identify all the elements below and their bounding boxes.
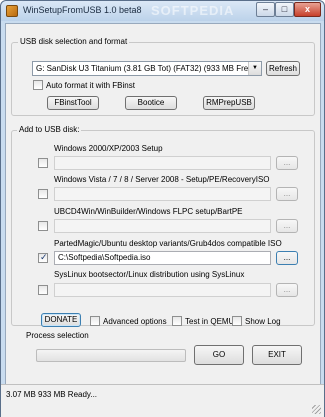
process-selection-label: Process selection (26, 331, 89, 340)
add-to-usb-group: Add to USB disk: Windows 2000/XP/2003 Se… (11, 125, 315, 326)
status-bar: 3.07 MB 933 MB Ready... (1, 384, 324, 417)
source-label-vista: Windows Vista / 7 / 8 / Server 2008 - Se… (54, 175, 270, 184)
advanced-options-label: Advanced options (103, 317, 167, 326)
browse-button-syslinux[interactable]: ... (276, 283, 298, 297)
resize-grip[interactable] (312, 405, 321, 414)
browse-button-ubcd[interactable]: ... (276, 219, 298, 233)
browse-button-grub4dos[interactable]: ... (276, 251, 298, 265)
bootice-button[interactable]: Bootice (125, 96, 177, 110)
title-bar[interactable]: WinSetupFromUSB 1.0 beta8 SOFTPEDIA – □ … (1, 1, 324, 21)
usb-disk-group-label: USB disk selection and format (18, 37, 130, 46)
rmprepusb-button[interactable]: RMPrepUSB (203, 96, 255, 110)
advanced-options-checkbox[interactable] (90, 316, 100, 326)
source-checkbox-syslinux[interactable] (38, 285, 48, 295)
maximize-button[interactable]: □ (275, 2, 294, 17)
usb-disk-select-value: G: SanDisk U3 Titanium (3.81 GB Tot) (FA… (36, 64, 256, 73)
status-text: 3.07 MB 933 MB Ready... (6, 390, 98, 399)
source-path-grub4dos[interactable]: C:\Softpedia\Softpedia.iso (54, 251, 271, 265)
source-path-syslinux[interactable] (54, 283, 271, 297)
source-label-grub4dos: PartedMagic/Ubuntu desktop variants/Grub… (54, 239, 282, 248)
source-path-ubcd[interactable] (54, 219, 271, 233)
close-button[interactable]: x (294, 2, 321, 17)
browse-button-xp[interactable]: ... (276, 156, 298, 170)
usb-disk-select[interactable]: G: SanDisk U3 Titanium (3.81 GB Tot) (FA… (32, 61, 262, 76)
go-button[interactable]: GO (194, 345, 244, 365)
add-to-usb-group-label: Add to USB disk: (17, 125, 82, 134)
client-area: USB disk selection and format G: SanDisk… (5, 23, 321, 399)
test-qemu-checkbox[interactable] (172, 316, 182, 326)
source-checkbox-xp[interactable] (38, 158, 48, 168)
chevron-down-icon[interactable]: ▼ (248, 62, 261, 75)
show-log-checkbox[interactable] (232, 316, 242, 326)
progress-bar (36, 349, 186, 362)
source-path-xp[interactable] (54, 156, 271, 170)
fbinsttool-button[interactable]: FBinstTool (47, 96, 99, 110)
source-label-ubcd: UBCD4Win/WinBuilder/Windows FLPC setup/B… (54, 207, 243, 216)
watermark: SOFTPEDIA (151, 3, 235, 18)
minimize-button[interactable]: – (256, 2, 275, 17)
refresh-button[interactable]: Refresh (266, 61, 300, 76)
donate-button[interactable]: DONATE (41, 313, 81, 327)
source-checkbox-vista[interactable] (38, 189, 48, 199)
exit-button[interactable]: EXIT (252, 345, 302, 365)
source-checkbox-ubcd[interactable] (38, 221, 48, 231)
source-path-vista[interactable] (54, 187, 271, 201)
source-checkbox-grub4dos[interactable] (38, 252, 48, 263)
test-qemu-label: Test in QEMU (185, 317, 235, 326)
app-window: WinSetupFromUSB 1.0 beta8 SOFTPEDIA – □ … (0, 0, 325, 417)
source-label-syslinux: SysLinux bootsector/Linux distribution u… (54, 270, 245, 279)
usb-disk-group: USB disk selection and format G: SanDisk… (11, 37, 315, 116)
autoformat-label: Auto format it with FBinst (46, 81, 135, 90)
app-icon (6, 5, 18, 17)
browse-button-vista[interactable]: ... (276, 187, 298, 201)
window-title: WinSetupFromUSB 1.0 beta8 (23, 5, 142, 15)
autoformat-checkbox[interactable] (33, 80, 43, 90)
show-log-label: Show Log (245, 317, 281, 326)
source-label-xp: Windows 2000/XP/2003 Setup (54, 144, 163, 153)
